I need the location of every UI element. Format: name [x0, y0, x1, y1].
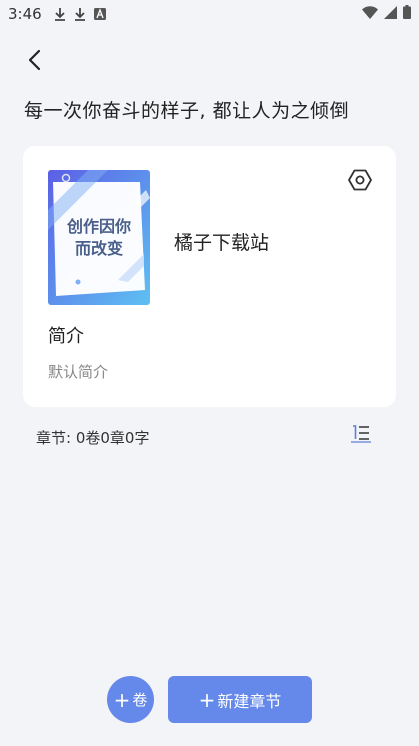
sort-button[interactable]: [348, 422, 374, 448]
signal-icon: [384, 5, 397, 23]
status-bar: 3:46: [0, 0, 419, 28]
chevron-left-icon: [27, 49, 41, 75]
plus-icon: +: [113, 687, 131, 712]
add-volume-label: 卷: [132, 691, 148, 709]
download-icon: [54, 7, 66, 21]
settings-button[interactable]: [346, 168, 374, 196]
intro-text[interactable]: 默认简介: [48, 361, 108, 382]
wifi-icon: [362, 5, 378, 23]
battery-icon: [403, 5, 411, 23]
chapter-stats: 章节: 0卷0章0字: [36, 429, 150, 447]
download-icon: [74, 7, 86, 21]
sort-list-icon: [351, 423, 371, 447]
add-chapter-button[interactable]: + 新建章节: [168, 676, 312, 723]
plus-icon: +: [198, 687, 216, 712]
status-time: 3:46: [8, 5, 42, 23]
hexagon-settings-icon: [348, 168, 372, 196]
a-box-icon: [93, 8, 106, 20]
book-cover[interactable]: 创作因你 而改变: [48, 170, 150, 305]
cover-text-line1: 创作因你: [66, 217, 131, 236]
add-chapter-label: 新建章节: [217, 691, 282, 711]
add-volume-button[interactable]: + 卷: [107, 676, 154, 723]
cover-text-line2: 而改变: [75, 239, 123, 258]
book-title[interactable]: 橘子下载站: [174, 228, 269, 255]
back-button[interactable]: [20, 48, 48, 76]
slogan: 每一次你奋斗的样子, 都让人为之倾倒: [24, 100, 350, 122]
book-card: 创作因你 而改变 橘子下载站 简介 默认简介: [23, 146, 396, 407]
intro-heading: 简介: [48, 326, 84, 347]
